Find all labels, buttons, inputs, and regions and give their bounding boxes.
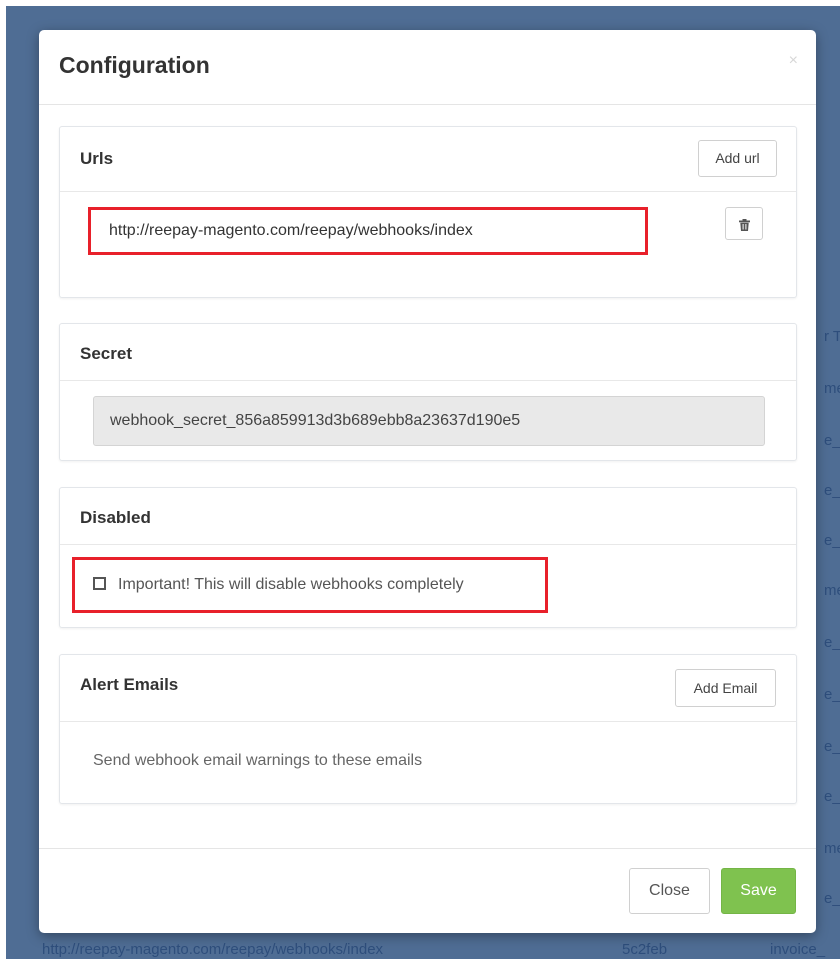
bg-text-fragment: e_ <box>824 738 840 755</box>
bg-text-fragment: e_ <box>824 788 840 805</box>
bg-row-event: invoice_ <box>770 941 826 958</box>
bg-text-fragment: me <box>824 582 840 599</box>
bg-text-fragment: e_ <box>824 890 840 907</box>
trash-icon <box>738 218 750 231</box>
add-url-button[interactable]: Add url <box>698 140 777 177</box>
alert-emails-panel-title: Alert Emails <box>80 675 179 694</box>
alert-emails-panel-heading: Alert Emails Add Email <box>60 655 796 722</box>
alert-emails-description: Send webhook email warnings to these ema… <box>93 752 423 769</box>
secret-panel-title: Secret <box>80 344 132 363</box>
urls-panel: Urls Add url http://reepay-magento.com/r… <box>59 126 797 298</box>
save-button[interactable]: Save <box>721 868 796 914</box>
add-email-button[interactable]: Add Email <box>675 669 776 707</box>
urls-panel-title: Urls <box>80 149 114 168</box>
urls-panel-heading: Urls Add url <box>60 127 796 192</box>
bg-text-fragment: e_ <box>824 532 840 549</box>
delete-url-button[interactable] <box>725 207 763 240</box>
secret-field: webhook_secret_856a859913d3b689ebb8a2363… <box>93 396 765 446</box>
bg-row-id: 5c2feb <box>622 941 668 958</box>
secret-panel: Secret webhook_secret_856a859913d3b689eb… <box>59 323 797 461</box>
webhook-url-input[interactable]: http://reepay-magento.com/reepay/webhook… <box>88 207 648 255</box>
modal-footer: Close Save <box>39 848 816 934</box>
bg-text-fragment: e_ <box>824 634 840 651</box>
disabled-panel-title: Disabled <box>80 508 151 527</box>
disabled-panel: Disabled Important! This will disable we… <box>59 487 797 628</box>
bg-text-fragment: me <box>824 380 840 397</box>
alert-emails-panel: Alert Emails Add Email Send webhook emai… <box>59 654 797 804</box>
bg-text-fragment: me <box>824 840 840 857</box>
close-button[interactable]: Close <box>629 868 710 914</box>
secret-panel-heading: Secret <box>60 324 796 381</box>
bg-text-fragment: e_ <box>824 432 840 449</box>
bg-text-fragment: e_ <box>824 482 840 499</box>
disable-webhooks-checkbox[interactable] <box>93 577 106 590</box>
bg-row-url: http://reepay-magento.com/reepay/webhook… <box>42 941 384 958</box>
configuration-modal: Configuration × Urls Add url http://reep… <box>39 30 816 933</box>
close-icon[interactable]: × <box>789 52 798 70</box>
modal-header: Configuration × <box>39 30 816 105</box>
modal-title: Configuration <box>59 52 210 78</box>
disabled-panel-heading: Disabled <box>60 488 796 545</box>
disable-webhooks-option[interactable]: Important! This will disable webhooks co… <box>72 557 548 613</box>
bg-text-fragment: e_ <box>824 686 840 703</box>
disable-webhooks-label[interactable]: Important! This will disable webhooks co… <box>118 576 464 594</box>
bg-text-fragment: r T <box>824 328 840 345</box>
